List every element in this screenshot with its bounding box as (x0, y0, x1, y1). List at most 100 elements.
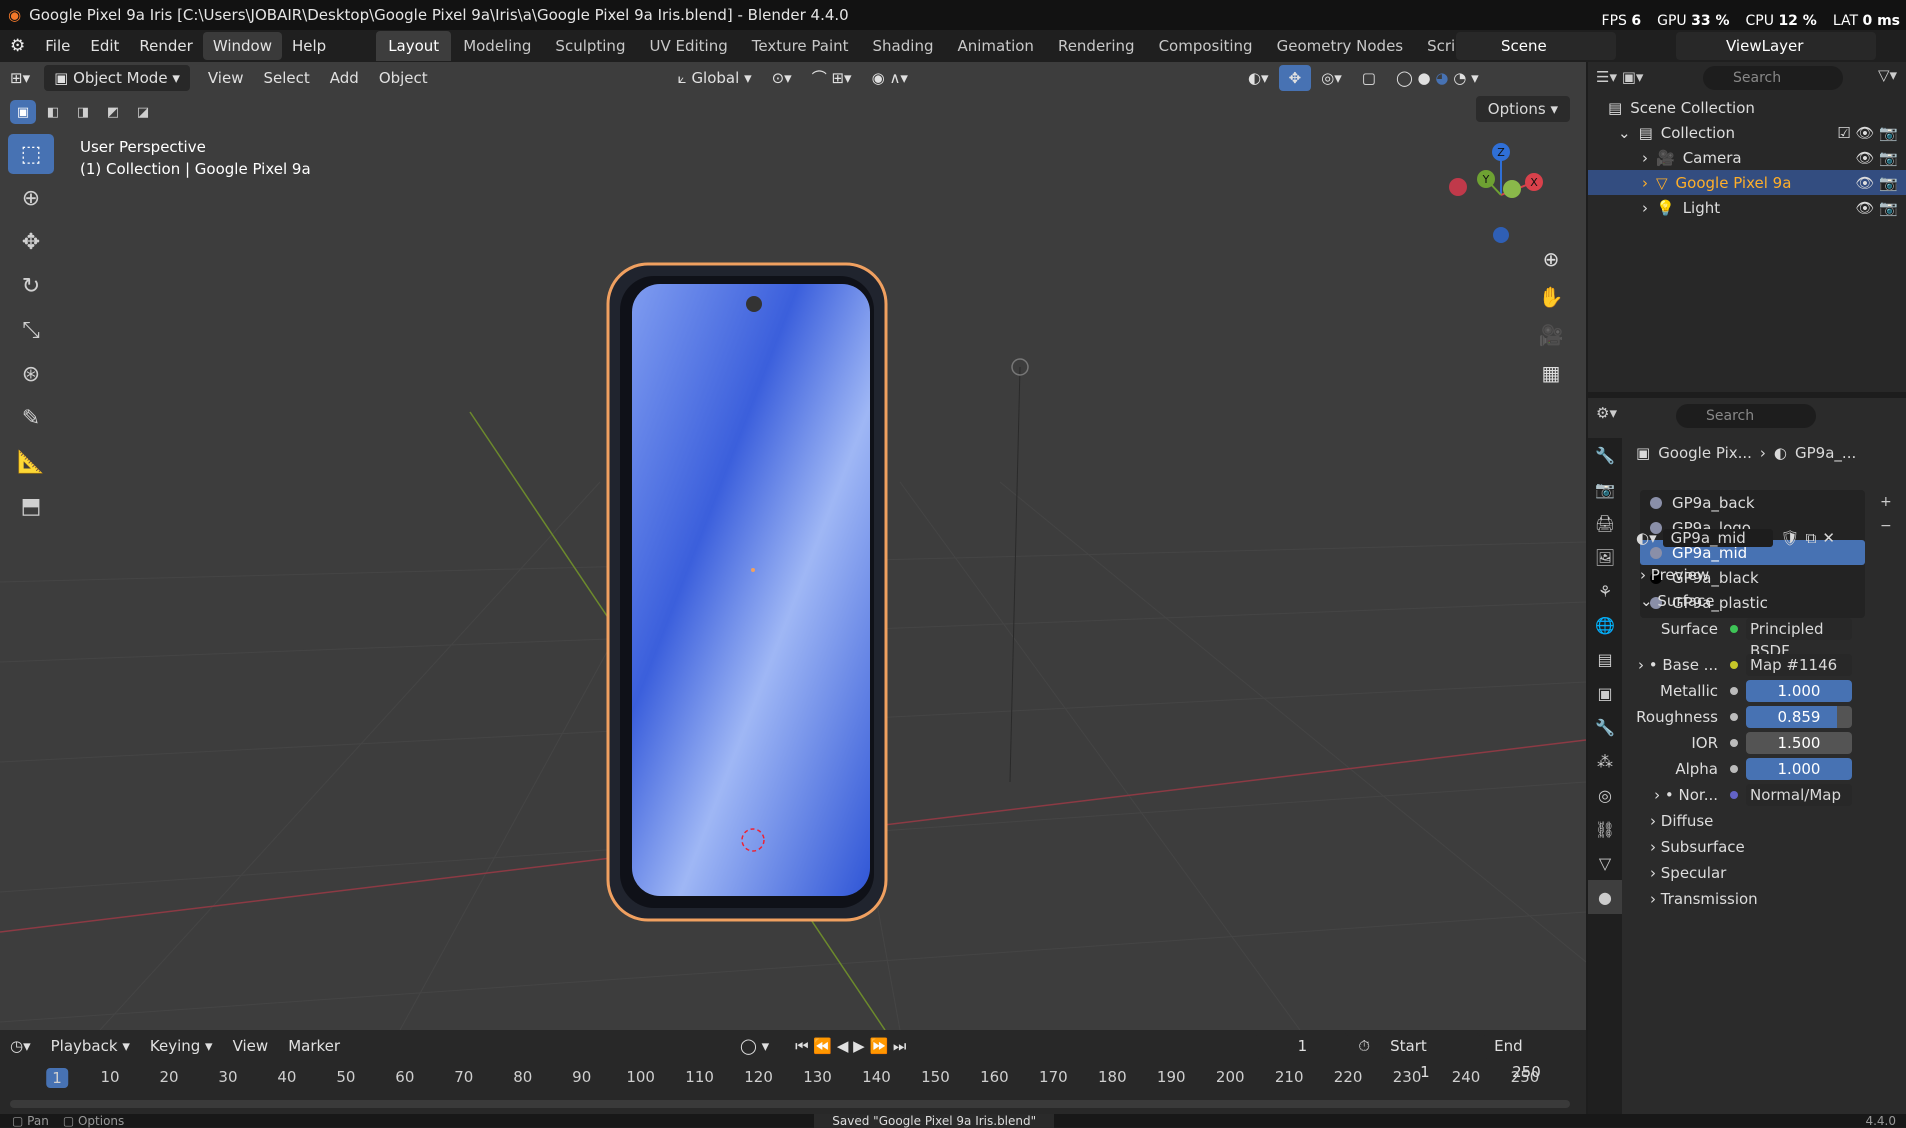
playback-controls[interactable]: ⏮ ⏪ ◀ ▶ ⏩ ⏭ (785, 1033, 916, 1059)
mode-selector[interactable]: ▣ Object Mode ▾ (44, 65, 190, 91)
timeline-editor-icon[interactable]: ◷▾ (0, 1033, 41, 1059)
roughness-field[interactable]: 0.859 (1746, 706, 1852, 728)
timeline-scrollbar[interactable] (10, 1100, 1570, 1108)
rotate-tool-icon[interactable]: ↻ (8, 266, 54, 306)
xray-icon[interactable]: ▢ (1352, 65, 1386, 91)
transmission-panel[interactable]: › Transmission (1650, 890, 1758, 908)
world-tab-icon[interactable]: 🌐 (1588, 608, 1622, 642)
tab-layout[interactable]: Layout (376, 31, 452, 61)
select-new-icon[interactable]: ▣ (10, 100, 36, 124)
output-tab-icon[interactable]: 🖨 (1588, 506, 1622, 540)
tab-sculpting[interactable]: Sculpting (543, 31, 637, 61)
menu-help[interactable]: Help (282, 32, 336, 60)
view-layer-selector[interactable]: ViewLayer (1676, 32, 1876, 60)
outliner-item-light[interactable]: › 💡 Light 👁 📷 (1588, 195, 1906, 220)
tab-shading[interactable]: Shading (861, 31, 946, 61)
menu-timeline-view[interactable]: View (223, 1033, 279, 1059)
end-frame-field[interactable]: End 250 (1484, 1033, 1583, 1081)
menu-add[interactable]: Add (320, 65, 369, 91)
current-frame-field[interactable]: 1 (1256, 1033, 1349, 1059)
scene-selector[interactable]: Scene (1456, 32, 1616, 60)
material-slot[interactable]: GP9a_back (1640, 490, 1865, 515)
annotate-tool-icon[interactable]: ✎ (8, 398, 54, 438)
material-name-field[interactable]: GP9a_mid (1662, 529, 1773, 547)
options-button[interactable]: Options ▾ (1475, 96, 1570, 122)
particles-tab-icon[interactable]: ⁂ (1588, 744, 1622, 778)
duplicate-icon[interactable]: ⧉ (1806, 529, 1817, 547)
subsurface-panel[interactable]: › Subsurface (1650, 838, 1745, 856)
surface-panel[interactable]: ⌄ Surface (1640, 592, 1715, 610)
diffuse-panel[interactable]: › Diffuse (1650, 812, 1713, 830)
preview-panel[interactable]: › Preview (1640, 566, 1709, 584)
frame-ruler[interactable]: 1 10 20 30 40 50 60 70 80 90 100 110 120 130 140 150 160… (0, 1064, 1586, 1092)
tab-rendering[interactable]: Rendering (1046, 31, 1147, 61)
editor-type-icon[interactable]: ⊞▾ (0, 65, 40, 91)
3d-viewport[interactable]: ⊞▾ ▣ Object Mode ▾ View Select Add Objec… (0, 62, 1586, 1030)
visibility-icon[interactable]: ◐▾ (1238, 65, 1279, 91)
alpha-field[interactable]: 1.000 (1746, 758, 1852, 780)
transform-tool-icon[interactable]: ⊛ (8, 354, 54, 394)
collection-row[interactable]: ⌄ ▤ Collection ☑ 👁 📷 (1588, 120, 1906, 145)
tab-uv-editing[interactable]: UV Editing (637, 31, 739, 61)
add-cube-tool-icon[interactable]: ⬒ (8, 486, 54, 526)
pan-hand-icon[interactable]: ✋ (1534, 280, 1568, 314)
collection-toggles[interactable]: ☑ 👁 📷 (1837, 124, 1898, 142)
render-tab-icon[interactable]: 📷 (1588, 472, 1622, 506)
select-subtract-icon[interactable]: ◨ (70, 100, 96, 124)
select-invert-icon[interactable]: ◩ (100, 100, 126, 124)
pivot-icon[interactable]: ⊙▾ (762, 65, 802, 91)
data-tab-icon[interactable]: ▽ (1588, 846, 1622, 880)
gizmo-toggle-icon[interactable]: ✥ (1278, 65, 1312, 91)
base-color-field[interactable]: Map #1146 (1746, 654, 1852, 676)
snap-icon[interactable]: ⌒ ⊞▾ (802, 65, 862, 91)
normal-map-field[interactable]: Normal/Map (1746, 784, 1852, 806)
collection-tab-icon[interactable]: ▤ (1588, 642, 1622, 676)
select-extend-icon[interactable]: ◧ (40, 100, 66, 124)
specular-panel[interactable]: › Specular (1650, 864, 1726, 882)
navigation-gizmo[interactable]: Z X Y (1446, 137, 1556, 247)
scene-tab-icon[interactable]: ⚘ (1588, 574, 1622, 608)
fake-user-icon[interactable]: 🛡 (1781, 529, 1800, 547)
filter-icon[interactable]: ▽▾ (1878, 66, 1897, 84)
scene-collection-row[interactable]: ▤ Scene Collection (1588, 95, 1906, 120)
unlink-icon[interactable]: ✕ (1822, 529, 1835, 547)
overlay-toggle-icon[interactable]: ◎▾ (1311, 65, 1352, 91)
move-tool-icon[interactable]: ✥ (8, 222, 54, 262)
object-tab-icon[interactable]: ▣ (1588, 676, 1622, 710)
properties-search-input[interactable]: Search (1676, 404, 1816, 428)
tab-animation[interactable]: Animation (945, 31, 1045, 61)
properties-type-icon[interactable]: ⚙▾ (1596, 404, 1617, 422)
transform-orientation[interactable]: ⟀ Global ▾ (668, 65, 762, 91)
metallic-field[interactable]: 1.000 (1746, 680, 1852, 702)
menu-object[interactable]: Object (369, 65, 438, 91)
surface-shader-field[interactable]: Principled BSDF (1746, 618, 1852, 660)
proportional-edit-icon[interactable]: ◉ ∧▾ (862, 65, 918, 91)
menu-select[interactable]: Select (253, 65, 319, 91)
menu-view[interactable]: View (198, 65, 254, 91)
physics-tab-icon[interactable]: ◎ (1588, 778, 1622, 812)
menu-marker[interactable]: Marker (278, 1033, 350, 1059)
tab-compositing[interactable]: Compositing (1147, 31, 1265, 61)
modifier-tab-icon[interactable]: 🔧 (1588, 710, 1622, 744)
scale-tool-icon[interactable]: ⤡ (8, 310, 54, 350)
tab-modeling[interactable]: Modeling (451, 31, 543, 61)
autokey-icon[interactable]: ◯ ▾ (730, 1033, 779, 1059)
menu-render[interactable]: Render (129, 32, 202, 60)
tab-texture-paint[interactable]: Texture Paint (740, 31, 861, 61)
select-intersect-icon[interactable]: ◪ (130, 100, 156, 124)
measure-tool-icon[interactable]: 📐 (8, 442, 54, 482)
start-frame-field[interactable]: Start 1 (1380, 1033, 1481, 1081)
cursor-tool-icon[interactable]: ⊕ (8, 178, 54, 218)
outliner-search-input[interactable]: Search (1703, 66, 1843, 90)
menu-window[interactable]: Window (202, 32, 282, 60)
material-tab-icon[interactable]: ● (1588, 880, 1622, 914)
constraints-tab-icon[interactable]: ⛓ (1588, 812, 1622, 846)
zoom-icon[interactable]: ⊕ (1534, 242, 1568, 276)
stopwatch-icon[interactable]: ⏱ (1348, 1033, 1380, 1059)
shading-modes[interactable]: ◯ ● ◕ ◔ ▾ (1386, 65, 1489, 91)
blender-menu-icon[interactable]: ⚙ (0, 36, 35, 56)
select-box-icon[interactable]: ⬚ (8, 134, 54, 174)
camera-view-icon[interactable]: 🎥 (1534, 318, 1568, 352)
view-layer-tab-icon[interactable]: 🖼 (1588, 540, 1622, 574)
phone-model[interactable] (606, 262, 888, 922)
